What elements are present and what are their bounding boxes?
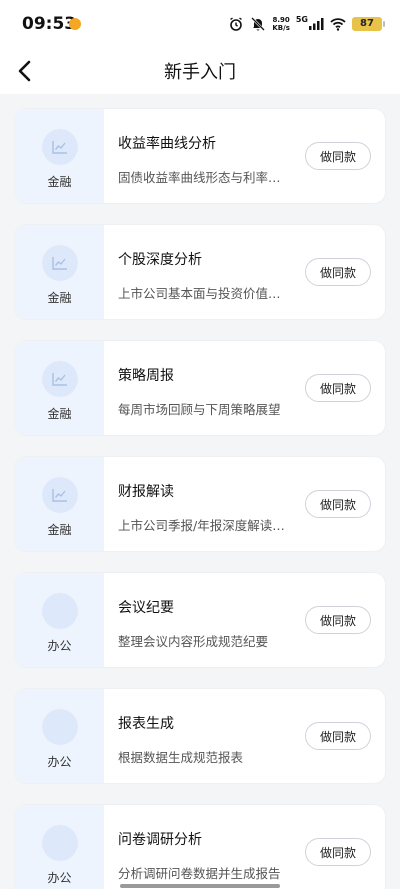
status-bar: 09:53 8.90 KB/s 5G 87 <box>0 0 400 48</box>
use-template-button[interactable]: 做同款 <box>305 606 371 634</box>
card-title: 会议纪要 <box>118 600 174 616</box>
card-body: 策略周报 每周市场回顾与下周策略展望 <box>104 341 305 435</box>
network-type-label: 5G <box>295 14 308 24</box>
card-body: 财报解读 上市公司季报/年报深度解读… <box>104 457 305 551</box>
notification-app-icon <box>69 18 81 30</box>
use-template-button[interactable]: 做同款 <box>305 142 371 170</box>
signal-icon <box>309 18 324 30</box>
card-description: 分析调研问卷数据并生成报告 <box>118 866 281 881</box>
use-template-button[interactable]: 做同款 <box>305 838 371 866</box>
card-description: 固债收益率曲线形态与利率… <box>118 170 281 185</box>
circle-icon <box>41 825 78 861</box>
template-card[interactable]: 金融 个股深度分析 上市公司基本面与投资价值… 做同款 <box>14 224 386 320</box>
category-label: 办公 <box>47 755 72 769</box>
card-category-panel: 金融 <box>15 109 104 203</box>
circle-icon <box>41 593 78 629</box>
card-body: 问卷调研分析 分析调研问卷数据并生成报告 <box>104 805 305 889</box>
chart-icon <box>41 477 78 513</box>
template-card[interactable]: 办公 问卷调研分析 分析调研问卷数据并生成报告 做同款 <box>14 804 386 889</box>
circle-icon <box>41 709 78 745</box>
category-label: 金融 <box>47 291 72 305</box>
card-description: 根据数据生成规范报表 <box>118 750 244 765</box>
network-speed: 8.90 KB/s <box>272 16 290 32</box>
card-category-panel: 办公 <box>15 805 104 889</box>
card-category-panel: 金融 <box>15 341 104 435</box>
wifi-icon <box>330 18 346 31</box>
template-card[interactable]: 金融 财报解读 上市公司季报/年报深度解读… 做同款 <box>14 456 386 552</box>
card-category-panel: 金融 <box>15 457 104 551</box>
category-label: 金融 <box>47 175 72 189</box>
chart-icon <box>41 129 78 165</box>
card-title: 策略周报 <box>118 368 174 384</box>
card-description: 上市公司季报/年报深度解读… <box>118 518 285 533</box>
category-label: 金融 <box>47 407 72 421</box>
card-description: 每周市场回顾与下周策略展望 <box>118 402 281 417</box>
status-time: 09:53 <box>22 14 77 34</box>
mute-bell-icon <box>251 17 266 31</box>
card-body: 收益率曲线分析 固债收益率曲线形态与利率… <box>104 109 305 203</box>
card-title: 问卷调研分析 <box>118 832 202 848</box>
category-label: 办公 <box>47 871 72 885</box>
category-label: 办公 <box>47 639 72 653</box>
navigation-bar: 新手入门 <box>0 48 400 94</box>
card-description: 整理会议内容形成规范纪要 <box>118 634 269 649</box>
chart-icon <box>41 361 78 397</box>
use-template-button[interactable]: 做同款 <box>305 258 371 286</box>
use-template-button[interactable]: 做同款 <box>305 490 371 518</box>
card-title: 财报解读 <box>118 484 174 500</box>
use-template-button[interactable]: 做同款 <box>305 374 371 402</box>
card-title: 个股深度分析 <box>118 252 202 268</box>
card-category-panel: 办公 <box>15 689 104 783</box>
card-category-panel: 金融 <box>15 225 104 319</box>
card-title: 报表生成 <box>118 716 174 732</box>
page-title: 新手入门 <box>164 62 236 83</box>
template-list: 金融 收益率曲线分析 固债收益率曲线形态与利率… 做同款 金融 个股深度分析 上… <box>14 108 386 889</box>
card-title: 收益率曲线分析 <box>118 136 216 152</box>
template-card[interactable]: 办公 报表生成 根据数据生成规范报表 做同款 <box>14 688 386 784</box>
category-label: 金融 <box>47 523 72 537</box>
template-card[interactable]: 办公 会议纪要 整理会议内容形成规范纪要 做同款 <box>14 572 386 668</box>
card-body: 报表生成 根据数据生成规范报表 <box>104 689 305 783</box>
home-indicator[interactable] <box>120 884 280 888</box>
card-body: 个股深度分析 上市公司基本面与投资价值… <box>104 225 305 319</box>
card-description: 上市公司基本面与投资价值… <box>118 286 281 301</box>
status-icons: 8.90 KB/s 5G 87 <box>228 14 385 34</box>
card-body: 会议纪要 整理会议内容形成规范纪要 <box>104 573 305 667</box>
battery-indicator: 87 <box>352 17 385 31</box>
template-card[interactable]: 金融 收益率曲线分析 固债收益率曲线形态与利率… 做同款 <box>14 108 386 204</box>
chart-icon <box>41 245 78 281</box>
card-category-panel: 办公 <box>15 573 104 667</box>
alarm-icon <box>230 17 243 31</box>
template-card[interactable]: 金融 策略周报 每周市场回顾与下周策略展望 做同款 <box>14 340 386 436</box>
use-template-button[interactable]: 做同款 <box>305 722 371 750</box>
